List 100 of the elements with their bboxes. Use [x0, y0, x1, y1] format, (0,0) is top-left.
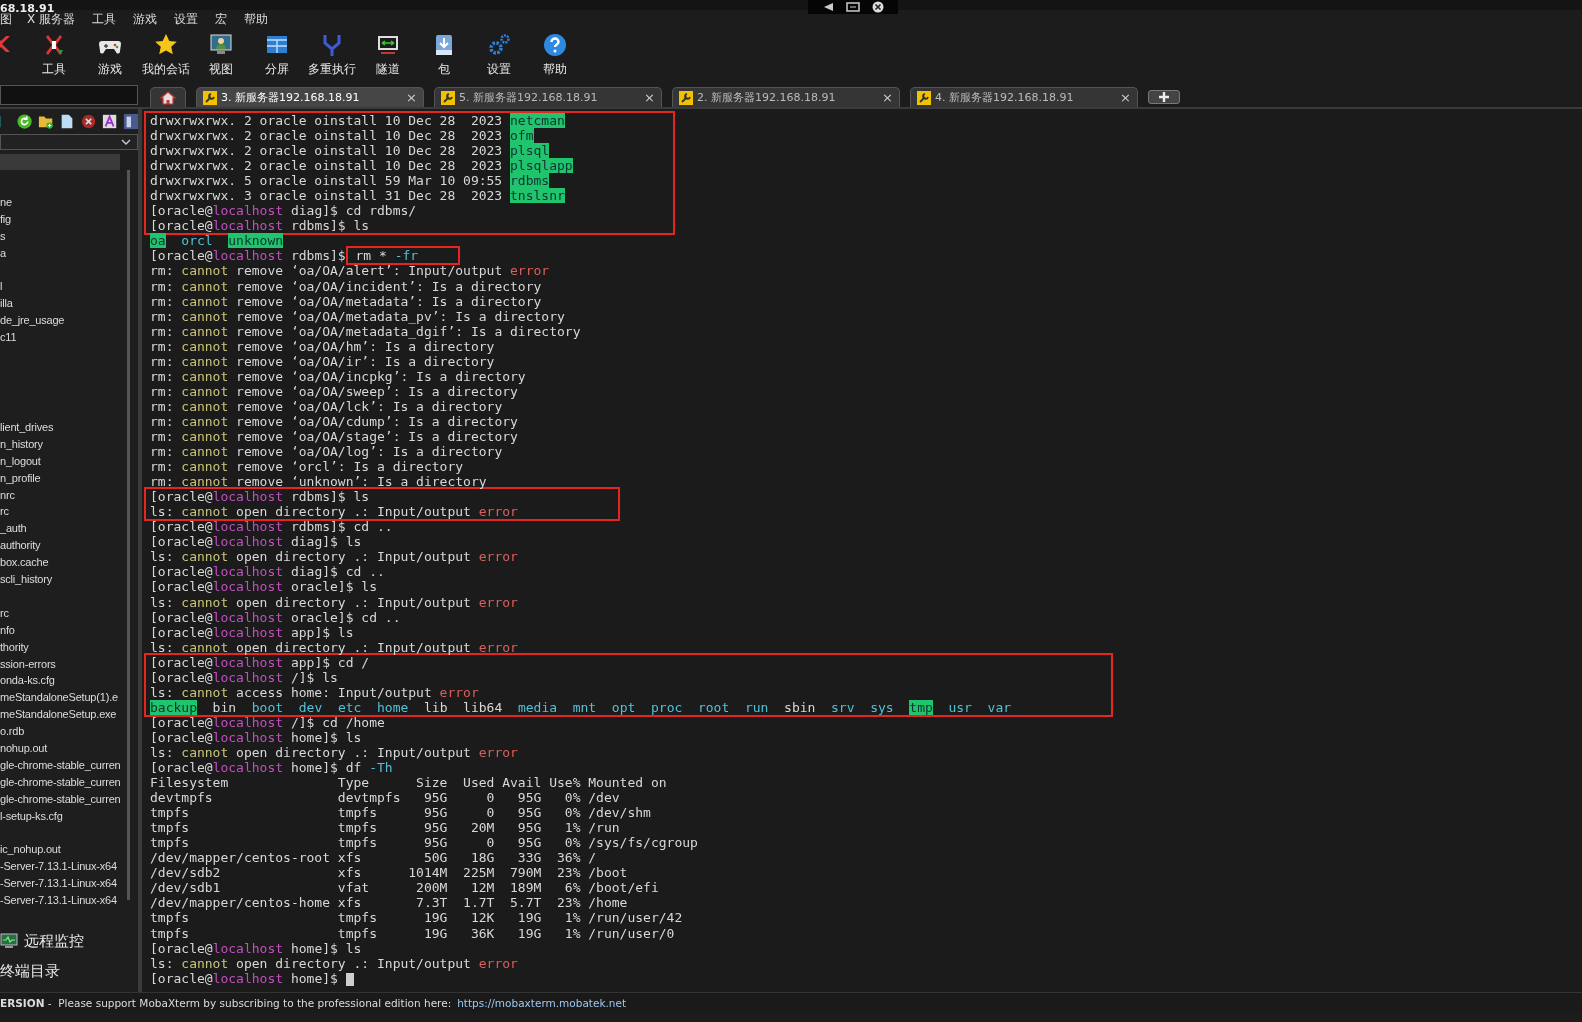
- toolbar-button[interactable]: 包: [415, 29, 472, 78]
- status-message: ERSION - Please support MobaXterm by subscribing to the professional edition here:: [0, 997, 452, 1009]
- file-item[interactable]: ic_nohup.out: [0, 841, 61, 859]
- toolbar-button[interactable]: 隧道: [360, 29, 416, 78]
- refresh-icon[interactable]: [17, 113, 33, 130]
- file-item[interactable]: c11: [0, 329, 17, 346]
- file-item[interactable]: rc: [0, 503, 9, 521]
- file-item[interactable]: nohup.out: [0, 740, 48, 757]
- terminal-line: /dev/mapper/centos-home xfs 7.3T 1.7T 5.7T 23% /home: [150, 895, 629, 911]
- tab-title: 2. 新服务器192.168.18.91: [697, 90, 837, 105]
- file-item[interactable]: rc: [0, 604, 9, 622]
- terminal-line: [oracle@localhost rdbms]$ rm * -fr: [150, 248, 1582, 264]
- terminal-line: rm: cannot remove ‘oa/OA/hm’: Is a directory: [150, 338, 496, 354]
- terminal-line: /dev/sdb2 xfs 1014M 225M 790M 23% /boot: [150, 865, 629, 881]
- menu-item[interactable]: 帮助: [244, 11, 276, 28]
- close-tab-button[interactable]: ×: [406, 90, 417, 105]
- file-item[interactable]: meStandaloneSetup.exe: [0, 706, 117, 724]
- terminal-line: tmpfs tmpfs 19G 12K 19G 1% /run/user/42: [150, 910, 684, 926]
- terminal-line: [oracle@localhost diag]$ ls: [150, 534, 363, 550]
- new-file-icon[interactable]: [59, 113, 75, 130]
- monitor-icon: [0, 933, 18, 949]
- toolbar-button[interactable]: 游戏: [82, 29, 138, 78]
- home-tab[interactable]: [150, 87, 186, 107]
- terminal-line: rm: cannot remove ‘orcl’: Is a directory: [150, 459, 465, 475]
- wrench-icon: [441, 90, 455, 105]
- file-item[interactable]: fig: [0, 210, 12, 228]
- toolbar-button[interactable]: 帮助: [526, 29, 583, 78]
- file-item[interactable]: nfo: [0, 621, 15, 639]
- file-item[interactable]: nrc: [0, 486, 15, 504]
- tab-title: 3. 新服务器192.168.18.91: [221, 90, 361, 105]
- file-item[interactable]: n_logout: [0, 452, 41, 470]
- file-item[interactable]: lient_drives: [0, 418, 54, 436]
- menu-item[interactable]: 宏: [215, 11, 235, 28]
- terminal-line: tmpfs tmpfs 95G 0 95G 0% /sys/fs/cgroup: [150, 835, 699, 851]
- file-item[interactable]: o.rdb: [0, 723, 25, 740]
- quick-connect-field[interactable]: [0, 85, 138, 105]
- file-item[interactable]: de_jre_usage: [0, 312, 65, 330]
- file-item[interactable]: l: [0, 278, 3, 296]
- text-icon[interactable]: [101, 113, 117, 130]
- plus-icon: [1158, 91, 1170, 103]
- file-item[interactable]: _auth: [0, 520, 27, 538]
- close-icon[interactable]: [872, 1, 884, 13]
- scrollbar[interactable]: [127, 169, 130, 900]
- file-item[interactable]: box.cache: [0, 554, 49, 571]
- new-tab-button[interactable]: [1148, 90, 1180, 104]
- close-tab-button[interactable]: ×: [1120, 90, 1131, 105]
- toolbar-button[interactable]: 我的会话: [137, 29, 194, 78]
- file-item[interactable]: n_profile: [0, 469, 41, 487]
- help-icon: [541, 32, 568, 58]
- pin-icon[interactable]: [822, 2, 834, 12]
- restore-icon[interactable]: [846, 2, 860, 12]
- file-item[interactable]: n_history: [0, 435, 43, 453]
- sidebar-option[interactable]: 终端目录: [0, 956, 138, 986]
- file-item[interactable]: authority: [0, 537, 41, 555]
- file-item[interactable]: -Server-7.13.1-Linux-x64: [0, 892, 117, 909]
- file-item[interactable]: scli_history: [0, 571, 52, 588]
- terminal-line: rm: cannot remove ‘oa/OA/metadata_dgif’: Is a directory: [150, 323, 582, 339]
- terminal-line: [oracle@localhost /]$ cd /home: [150, 714, 386, 730]
- session-tab[interactable]: 5. 新服务器192.168.18.91 ×: [434, 87, 662, 107]
- file-item[interactable]: ne: [0, 193, 12, 211]
- session-tab[interactable]: 3. 新服务器192.168.18.91 ×: [196, 87, 424, 107]
- file-item[interactable]: s: [0, 227, 6, 245]
- toolbar-button[interactable]: 分屏: [248, 29, 305, 78]
- terminal-line: [oracle@localhost rdbms]$ ls: [150, 218, 371, 234]
- session-tab[interactable]: 2. 新服务器192.168.18.91 ×: [672, 87, 900, 107]
- terminal-line: rm: cannot remove ‘oa/OA/stage’: Is a directory: [150, 429, 519, 445]
- file-item[interactable]: gle-chrome-stable_curren: [0, 790, 121, 808]
- menu-item[interactable]: 工具: [92, 11, 124, 28]
- window-controls[interactable]: [808, 0, 898, 14]
- file-item[interactable]: onda-ks.cfg: [0, 672, 55, 690]
- file-item[interactable]: l-setup-ks.cfg: [0, 807, 63, 825]
- close-tab-button[interactable]: ×: [882, 90, 893, 105]
- close-tab-button[interactable]: ×: [644, 90, 655, 105]
- sidebar-option[interactable]: 远程监控: [0, 926, 138, 956]
- file-item[interactable]: a: [0, 244, 6, 262]
- menu-item[interactable]: 设置: [174, 11, 206, 28]
- status-link[interactable]: https://mobaxterm.mobatek.net: [457, 997, 627, 1009]
- file-item[interactable]: meStandaloneSetup(1).e: [0, 689, 118, 707]
- delete-icon[interactable]: [80, 113, 96, 130]
- file-item[interactable]: thority: [0, 638, 29, 656]
- tab-title: 4. 新服务器192.168.18.91: [935, 90, 1075, 105]
- chevron-down-icon: [121, 137, 131, 146]
- session-tab[interactable]: 4. 新服务器192.168.18.91 ×: [910, 87, 1138, 107]
- menu-item[interactable]: 游戏: [133, 11, 165, 28]
- panel-icon[interactable]: [122, 113, 138, 130]
- toolbar-button[interactable]: 工具: [26, 29, 83, 78]
- file-item[interactable]: gle-chrome-stable_curren: [0, 773, 121, 791]
- toolbar-button[interactable]: 多重执行: [304, 29, 361, 78]
- toolbar-button[interactable]: 视图: [193, 29, 249, 78]
- file-item[interactable]: -Server-7.13.1-Linux-x64: [0, 858, 117, 876]
- terminal-line: rm: cannot remove ‘oa/OA/metadata’: Is a directory: [150, 293, 543, 309]
- file-item[interactable]: ssion-errors: [0, 655, 56, 673]
- wrench-icon: [679, 90, 693, 105]
- file-item[interactable]: illa: [0, 295, 13, 313]
- terminal-line: [oracle@localhost diag]$ cd ..: [150, 564, 386, 580]
- terminal-line: ls: cannot open directory .: Input/output error: [150, 744, 519, 760]
- toolbar-button[interactable]: 设置: [471, 29, 527, 78]
- file-item[interactable]: gle-chrome-stable_curren: [0, 756, 121, 774]
- file-item[interactable]: -Server-7.13.1-Linux-x64: [0, 875, 117, 893]
- house-icon: [160, 90, 176, 105]
